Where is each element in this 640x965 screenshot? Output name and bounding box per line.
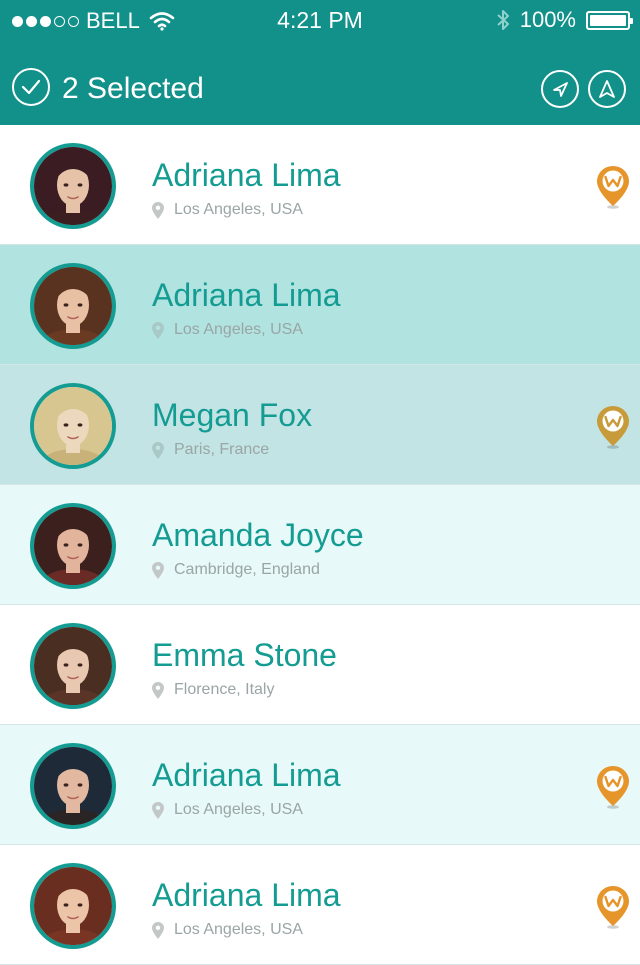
contact-location: Paris, France xyxy=(152,441,269,459)
status-right: 100% xyxy=(496,7,633,33)
navigate-arrow-button[interactable] xyxy=(541,70,579,108)
contact-name: Adriana Lima xyxy=(152,157,341,193)
navigate-arrow-icon xyxy=(553,82,568,97)
contact-name: Megan Fox xyxy=(152,397,313,433)
contact-location: Florence, Italy xyxy=(152,681,274,699)
contact-row[interactable]: Amanda Joyce Cambridge, England xyxy=(0,485,640,605)
contact-row[interactable]: Adriana Lima Los Angeles, USA xyxy=(0,725,640,845)
avatar xyxy=(30,503,116,589)
contact-name: Amanda Joyce xyxy=(152,517,364,553)
map-badge-icon[interactable] xyxy=(596,405,630,449)
avatar xyxy=(30,263,116,349)
location-pin-icon xyxy=(152,321,164,339)
bluetooth-icon xyxy=(497,10,509,30)
send-icon xyxy=(599,80,615,98)
contact-location: Cambridge, England xyxy=(152,561,320,579)
map-badge-icon[interactable] xyxy=(596,765,630,809)
avatar xyxy=(30,383,116,469)
avatar xyxy=(30,143,116,229)
map-badge-icon[interactable] xyxy=(596,885,630,929)
contact-name: Emma Stone xyxy=(152,637,337,673)
contact-location: Los Angeles, USA xyxy=(152,321,303,339)
top-bar: BELL 4:21 PM 100% 2 Selected xyxy=(0,0,640,125)
avatar xyxy=(30,623,116,709)
location-text: Los Angeles, USA xyxy=(174,801,303,818)
map-badge-icon[interactable] xyxy=(596,165,630,209)
contact-list: Adriana Lima Los Angeles, USA Adriana Li… xyxy=(0,125,640,965)
contact-row[interactable]: Emma Stone Florence, Italy xyxy=(0,605,640,725)
contact-row[interactable]: Megan Fox Paris, France xyxy=(0,365,640,485)
location-text: Florence, Italy xyxy=(174,681,275,698)
location-text: Paris, France xyxy=(174,441,270,458)
location-pin-icon xyxy=(152,201,164,219)
check-circle-icon[interactable] xyxy=(12,68,50,106)
selection-title: 2 Selected xyxy=(62,72,204,105)
location-text: Los Angeles, USA xyxy=(174,321,303,338)
contact-name: Adriana Lima xyxy=(152,757,341,793)
nav-bar: 2 Selected xyxy=(0,42,640,125)
contact-location: Los Angeles, USA xyxy=(152,801,303,819)
location-pin-icon xyxy=(152,921,164,939)
battery-icon xyxy=(586,10,633,30)
location-text: Los Angeles, USA xyxy=(174,201,303,218)
location-pin-icon xyxy=(152,441,164,459)
contact-name: Adriana Lima xyxy=(152,277,341,313)
location-text: Cambridge, England xyxy=(174,561,320,578)
location-pin-icon xyxy=(152,801,164,819)
avatar xyxy=(30,743,116,829)
location-pin-icon xyxy=(152,681,164,699)
send-button[interactable] xyxy=(588,70,626,108)
contact-location: Los Angeles, USA xyxy=(152,201,303,219)
status-bar: BELL 4:21 PM 100% xyxy=(0,0,640,42)
contact-row[interactable]: Adriana Lima Los Angeles, USA xyxy=(0,245,640,365)
contact-location: Los Angeles, USA xyxy=(152,921,303,939)
contact-row[interactable]: Adriana Lima Los Angeles, USA xyxy=(0,845,640,965)
contact-row[interactable]: Adriana Lima Los Angeles, USA xyxy=(0,125,640,245)
contact-name: Adriana Lima xyxy=(152,877,341,913)
location-pin-icon xyxy=(152,561,164,579)
location-text: Los Angeles, USA xyxy=(174,921,303,938)
battery-percent: 100% xyxy=(519,7,576,32)
avatar xyxy=(30,863,116,949)
